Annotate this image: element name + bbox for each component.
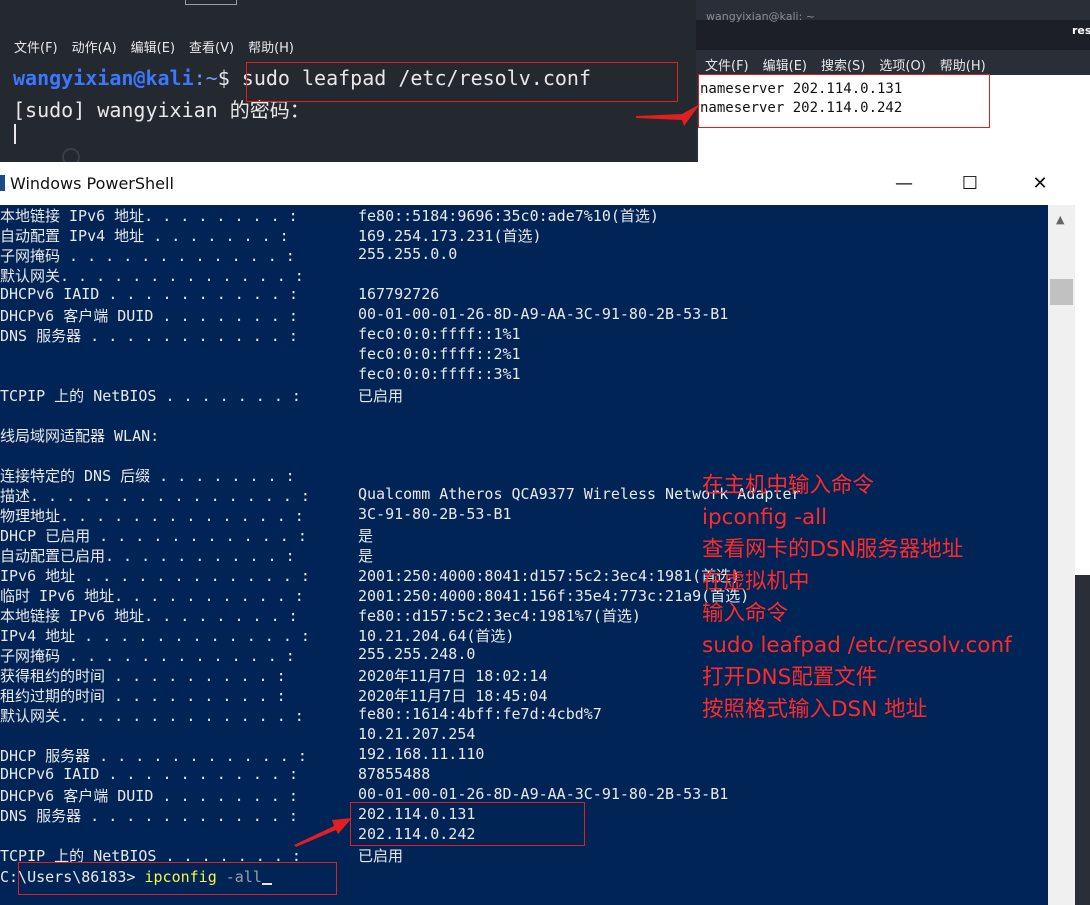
annotation-line: 在虚拟机中: [702, 569, 810, 594]
annotation-line: ipconfig -all: [702, 505, 828, 530]
annotation-line: 打开DNS配置文件: [702, 665, 878, 690]
annotation-line: 按照格式输入DSN 地址: [702, 697, 928, 722]
arrow-icon: [636, 104, 700, 126]
annotation-line: 查看网卡的DSN服务器地址: [702, 537, 964, 562]
annotation-notes: 在主机中输入命令 ipconfig -all 查看网卡的DSN服务器地址 在虚拟…: [702, 470, 1012, 726]
annotation-line: sudo leafpad /etc/resolv.conf: [702, 633, 1012, 658]
arrow-icon: [294, 818, 352, 847]
annotation-line: 输入命令: [702, 601, 789, 626]
annotation-arrows: [294, 104, 700, 847]
annotation-line: 在主机中输入命令: [702, 473, 875, 498]
